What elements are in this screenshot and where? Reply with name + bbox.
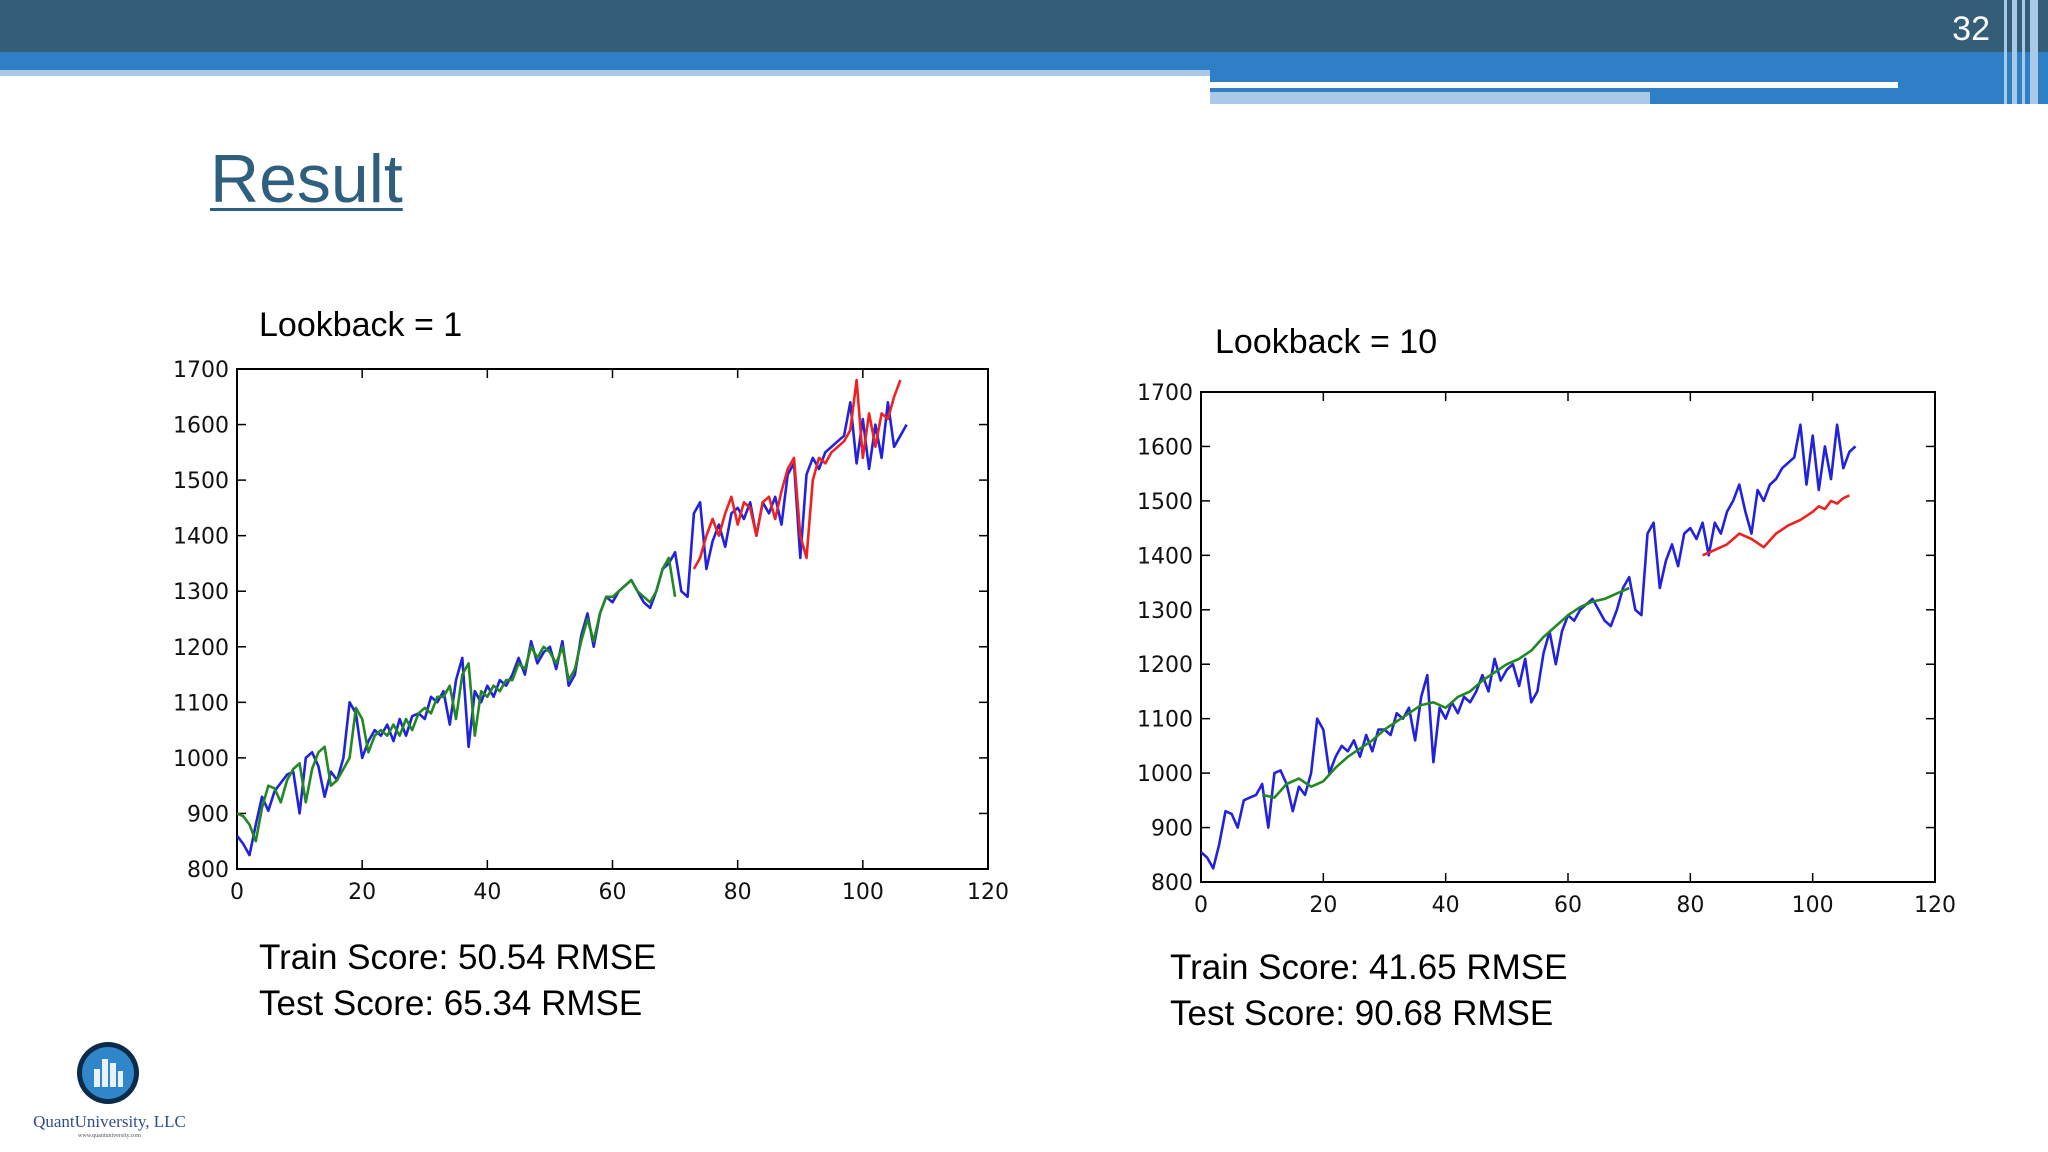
y-tick-label: 1000 xyxy=(1137,762,1193,787)
left-train-score: Train Score: 50.54 RMSE xyxy=(259,938,657,977)
y-tick-label: 900 xyxy=(187,802,229,827)
y-tick-label: 900 xyxy=(1151,817,1193,842)
x-tick-label: 80 xyxy=(1676,893,1704,918)
building-logo-icon xyxy=(77,1042,139,1104)
left-chart: 800 900 1000 1100 1200 1300 1400 1500 1600 1700 0 2… xyxy=(173,358,1009,905)
y-tick-label: 1300 xyxy=(1137,599,1193,624)
plot-frame xyxy=(1200,391,1936,883)
company-logo: QuantUniversity, LLC www.quantuniversity… xyxy=(22,1035,197,1145)
y-tick-label: 1400 xyxy=(1137,544,1193,569)
x-tick-label: 120 xyxy=(967,880,1009,905)
x-tick-label: 0 xyxy=(230,880,244,905)
y-tick-label: 1400 xyxy=(173,525,229,550)
header-bar xyxy=(0,0,2048,52)
header-light-stripe xyxy=(0,70,1210,76)
x-tick-label: 80 xyxy=(724,880,752,905)
x-tick-label: 60 xyxy=(599,880,627,905)
header-light-block xyxy=(1210,92,1650,104)
right-chart-caption: Lookback = 10 xyxy=(1215,323,1438,361)
header-accent-bar xyxy=(0,52,2048,70)
right-chart: 800 900 1000 1100 1200 1300 1400 1500 1600 1700 0 2… xyxy=(1137,381,1956,918)
logo-url: www.quantuniversity.com xyxy=(78,1133,141,1139)
y-tick-label: 1700 xyxy=(173,358,229,383)
slide-title: Result xyxy=(210,141,403,217)
x-tick-label: 0 xyxy=(1194,893,1208,918)
y-tick-label: 1100 xyxy=(1137,708,1193,733)
y-tick-label: 1000 xyxy=(173,747,229,772)
y-tick-label: 1200 xyxy=(173,636,229,661)
logo-name: QuantUniversity, LLC xyxy=(33,1112,186,1131)
x-tick-label: 40 xyxy=(473,880,501,905)
header-vertical-stripes xyxy=(2000,0,2048,104)
page-number: 32 xyxy=(1952,10,1990,48)
y-tick-label: 1300 xyxy=(173,580,229,605)
x-tick-label: 100 xyxy=(842,880,884,905)
y-tick-label: 1600 xyxy=(173,414,229,439)
y-tick-label: 800 xyxy=(187,858,229,883)
left-chart-caption: Lookback = 1 xyxy=(259,306,463,344)
right-train-score: Train Score: 41.65 RMSE xyxy=(1170,948,1568,987)
x-tick-label: 20 xyxy=(348,880,376,905)
y-tick-label: 1700 xyxy=(1137,381,1193,406)
x-tick-label: 20 xyxy=(1309,893,1337,918)
y-tick-label: 1600 xyxy=(1137,435,1193,460)
y-tick-label: 1100 xyxy=(173,691,229,716)
x-tick-label: 100 xyxy=(1792,893,1834,918)
x-tick-label: 40 xyxy=(1432,893,1460,918)
x-tick-label: 60 xyxy=(1554,893,1582,918)
y-tick-label: 1200 xyxy=(1137,653,1193,678)
y-tick-label: 1500 xyxy=(1137,490,1193,515)
x-tick-label: 120 xyxy=(1914,893,1956,918)
left-test-score: Test Score: 65.34 RMSE xyxy=(259,984,643,1023)
right-test-score: Test Score: 90.68 RMSE xyxy=(1170,994,1554,1033)
y-tick-label: 1500 xyxy=(173,469,229,494)
header-white-stripe xyxy=(1210,82,1898,88)
y-tick-label: 800 xyxy=(1151,871,1193,896)
